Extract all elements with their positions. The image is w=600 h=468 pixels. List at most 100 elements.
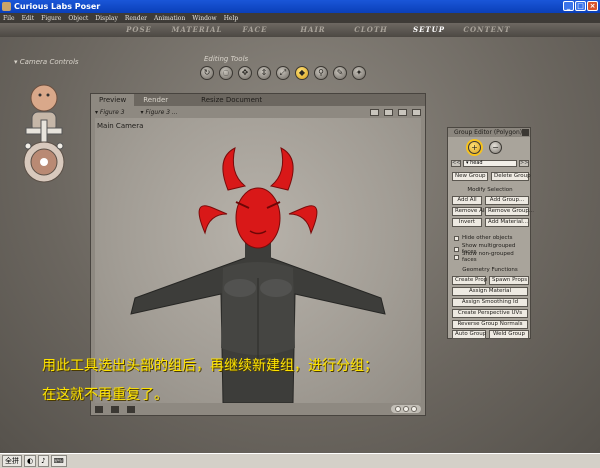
next-group-button[interactable]: >> bbox=[519, 160, 529, 167]
remove-polygon-icon[interactable]: − bbox=[489, 141, 502, 154]
title-bar: Curious Labs Poser _ □ × bbox=[0, 0, 600, 13]
camera-controls-text: Camera Controls bbox=[19, 58, 79, 66]
menu-bar: File Edit Figure Object Display Render A… bbox=[0, 13, 600, 23]
add-polygon-icon[interactable]: + bbox=[468, 141, 481, 154]
minimize-button[interactable]: _ bbox=[563, 1, 574, 11]
geometry-row-3: Assign Smoothing Id bbox=[452, 298, 528, 307]
tab-face[interactable]: FACE bbox=[226, 23, 284, 37]
camera-move-icon[interactable] bbox=[398, 108, 407, 116]
punctuation-icon[interactable]: ♪ bbox=[38, 455, 49, 467]
tab-render[interactable]: Render bbox=[135, 94, 177, 106]
assign-material-button[interactable]: Assign Material bbox=[452, 287, 528, 296]
rotate-icon[interactable]: ↻ bbox=[200, 66, 214, 80]
delete-group-button[interactable]: Delete Group bbox=[491, 172, 531, 181]
create-prop-button[interactable]: Create Prop bbox=[452, 276, 487, 285]
modify-row-3: Invert Add Material... bbox=[452, 218, 529, 227]
geometry-row-2: Assign Material bbox=[452, 287, 528, 296]
resize-document-link[interactable]: Resize Document bbox=[193, 94, 270, 106]
face-camera-icon[interactable] bbox=[30, 84, 58, 112]
direct-manipulation-icon[interactable]: ✦ bbox=[352, 66, 366, 80]
geometry-row-1: Create Prop Spawn Props bbox=[452, 276, 529, 285]
figure-select-menu[interactable]: ▾ Figure 3 bbox=[95, 109, 125, 116]
tab-content[interactable]: CONTENT bbox=[458, 23, 516, 37]
figure-select-label: Figure 3 bbox=[99, 108, 125, 116]
display-style-buttons bbox=[391, 405, 421, 413]
hide-other-objects-check[interactable]: Hide other objects bbox=[454, 235, 513, 241]
assign-smoothing-button[interactable]: Assign Smoothing Id bbox=[452, 298, 528, 307]
geometry-row-6: Auto Group Weld Group bbox=[452, 330, 529, 339]
foreground-color-icon[interactable] bbox=[111, 405, 119, 413]
menu-display[interactable]: Display bbox=[95, 15, 118, 22]
display-style-dot-3[interactable] bbox=[411, 406, 417, 412]
group-select[interactable]: ▾ head bbox=[463, 160, 517, 167]
hide-other-objects-box[interactable] bbox=[454, 235, 459, 241]
add-material-button[interactable]: Add Material... bbox=[485, 218, 529, 227]
taper-icon[interactable]: ◆ bbox=[295, 66, 309, 80]
weld-group-button[interactable]: Weld Group bbox=[489, 330, 529, 339]
group-editor-title: Group Editor (Polygon) bbox=[448, 128, 530, 137]
selected-head-group bbox=[198, 147, 318, 249]
tab-setup[interactable]: SETUP bbox=[400, 23, 458, 37]
menu-render[interactable]: Render bbox=[125, 15, 147, 22]
modify-row-2: Remove All Remove Group... bbox=[452, 207, 534, 216]
translate-in-out-icon[interactable]: ⇕ bbox=[257, 66, 271, 80]
soft-keyboard-icon[interactable]: ⌨ bbox=[50, 455, 67, 467]
background-color-icon[interactable] bbox=[127, 405, 135, 413]
geometry-row-5: Reverse Group Normals bbox=[452, 320, 528, 329]
geometry-row-4: Create Perspective UVs bbox=[452, 309, 528, 318]
new-group-button[interactable]: New Group bbox=[452, 172, 488, 181]
tab-pose[interactable]: POSE bbox=[110, 23, 168, 37]
menu-file[interactable]: File bbox=[3, 15, 15, 22]
menu-figure[interactable]: Figure bbox=[41, 15, 61, 22]
menu-object[interactable]: Object bbox=[68, 15, 88, 22]
modify-selection-heading: Modify Selection bbox=[467, 187, 513, 193]
camera-controls-widget[interactable] bbox=[16, 70, 72, 190]
ime-taskbar: 全拼 ◐ ♪ ⌨ bbox=[0, 453, 600, 468]
caption-line-1: 用此工具选出头部的组后，再继续新建组，进行分组； bbox=[42, 358, 378, 374]
reverse-group-normals-button[interactable]: Reverse Group Normals bbox=[452, 320, 528, 329]
show-nongrouped-box[interactable] bbox=[454, 254, 459, 260]
editing-tools-label: Editing Tools bbox=[204, 55, 249, 63]
tab-hair[interactable]: HAIR bbox=[284, 23, 342, 37]
modify-row-1: Add All Add Group... bbox=[452, 196, 529, 205]
actor-select-menu[interactable]: ▾ Figure 3 ... bbox=[141, 109, 178, 116]
editing-tools: ↻ ◌ ✥ ⇕ ⤢ ◆ ⚲ ✎ ✦ bbox=[200, 66, 366, 80]
display-style-dot-2[interactable] bbox=[403, 406, 409, 412]
render-icon[interactable] bbox=[370, 108, 379, 116]
maximize-button[interactable]: □ bbox=[575, 1, 586, 11]
create-perspective-uvs-button[interactable]: Create Perspective UVs bbox=[452, 309, 528, 318]
translate-icon[interactable]: ✥ bbox=[238, 66, 252, 80]
auto-group-button[interactable]: Auto Group bbox=[452, 330, 486, 339]
show-nongrouped-check[interactable]: Show non-grouped faces bbox=[454, 251, 530, 263]
tab-material[interactable]: MATERIAL bbox=[168, 23, 226, 37]
tab-cloth[interactable]: CLOTH bbox=[342, 23, 400, 37]
previous-group-button[interactable]: << bbox=[451, 160, 461, 167]
document-tabs: Preview Render Resize Document bbox=[91, 94, 425, 106]
add-group-button[interactable]: Add Group... bbox=[485, 196, 529, 205]
twist-icon[interactable]: ◌ bbox=[219, 66, 233, 80]
options-icon[interactable] bbox=[412, 108, 421, 116]
tab-preview[interactable]: Preview bbox=[91, 94, 135, 106]
menu-help[interactable]: Help bbox=[224, 15, 239, 22]
half-width-icon[interactable]: ◐ bbox=[24, 455, 37, 467]
close-button[interactable]: × bbox=[587, 1, 598, 11]
menu-animation[interactable]: Animation bbox=[154, 15, 185, 22]
invert-button[interactable]: Invert bbox=[452, 218, 482, 227]
color-icon[interactable]: ✎ bbox=[333, 66, 347, 80]
chain-break-icon[interactable]: ⚲ bbox=[314, 66, 328, 80]
display-style-dot-1[interactable] bbox=[395, 406, 401, 412]
remove-group-button[interactable]: Remove Group... bbox=[485, 207, 534, 216]
menu-edit[interactable]: Edit bbox=[22, 15, 35, 22]
spawn-props-button[interactable]: Spawn Props bbox=[489, 276, 529, 285]
ime-mode-button[interactable]: 全拼 bbox=[2, 455, 22, 467]
shadow-color-icon[interactable] bbox=[95, 405, 103, 413]
selected-group-label: head bbox=[470, 160, 483, 166]
remove-all-button[interactable]: Remove All bbox=[452, 207, 486, 216]
area-render-icon[interactable] bbox=[384, 108, 393, 116]
menu-window[interactable]: Window bbox=[192, 15, 216, 22]
caption-line-2: 在这就不再重复了。 bbox=[42, 387, 168, 403]
add-all-button[interactable]: Add All bbox=[452, 196, 482, 205]
scale-icon[interactable]: ⤢ bbox=[276, 66, 290, 80]
close-panel-icon[interactable] bbox=[522, 129, 529, 136]
show-nongrouped-label: Show non-grouped faces bbox=[462, 251, 514, 263]
